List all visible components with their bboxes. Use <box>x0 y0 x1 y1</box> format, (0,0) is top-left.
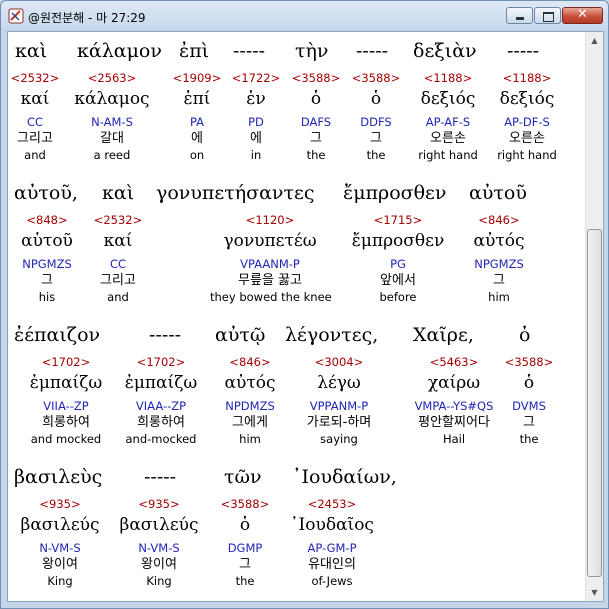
close-icon: ✕ <box>577 7 588 22</box>
korean-gloss: 무릎을 꿇고 <box>238 273 302 288</box>
app-icon <box>8 8 24 24</box>
interlinear-panel[interactable]: καὶ κάλαμον ἐπὶ ----- τὴν ----- δεξιὰν ----- <25… <box>7 31 604 602</box>
lemma: ᾿Ιουδαῖος <box>290 515 374 535</box>
greek-word[interactable]: αὐτοῦ, <box>14 182 78 204</box>
lemma: καί <box>103 231 133 251</box>
word-analysis-column[interactable]: <1188> δεξιός AP-DF-S 오른손 right hand <box>467 70 587 164</box>
english-gloss: saying <box>320 432 358 446</box>
greek-word[interactable]: δεξιὰν <box>413 40 477 62</box>
strongs-number[interactable]: <1188> <box>467 70 587 86</box>
strongs-number[interactable]: <2453> <box>272 496 392 512</box>
greek-word[interactable]: λέγοντες, <box>285 324 378 346</box>
title-bar[interactable]: @원전분해 - 마 27:29 ✕ <box>1 1 608 31</box>
lemma: αὐτός <box>473 231 525 251</box>
greek-word[interactable]: κάλαμον <box>77 40 162 62</box>
lemma: λέγω <box>317 373 361 393</box>
english-gloss: right hand <box>497 148 557 162</box>
english-gloss: him <box>488 290 510 304</box>
word-analysis-column[interactable]: <2532> καί CC 그리고 and <box>58 212 178 306</box>
parsing-code: AP-GM-P <box>307 541 357 555</box>
vertical-scrollbar[interactable]: ▲ ▼ <box>585 32 603 601</box>
english-gloss: and <box>107 290 129 304</box>
english-gloss: they bowed the knee <box>210 290 332 304</box>
greek-word[interactable]: ----- <box>233 40 265 62</box>
greek-word[interactable]: τῶν <box>224 466 262 488</box>
maximize-icon <box>543 12 554 22</box>
greek-word[interactable]: αὐτοῦ <box>469 182 527 204</box>
greek-word[interactable]: Χαῖρε, <box>413 324 474 346</box>
parsing-code: VPPANM-P <box>309 399 369 413</box>
greek-word[interactable]: καὶ <box>15 40 47 62</box>
greek-word[interactable]: τὴν <box>295 40 328 62</box>
strongs-number[interactable]: <3004> <box>279 354 399 370</box>
maximize-button[interactable] <box>534 7 561 24</box>
greek-word[interactable]: αὐτῷ <box>215 324 265 346</box>
parsing-code: DVMS <box>512 399 546 413</box>
greek-word[interactable]: ----- <box>507 40 539 62</box>
strongs-number[interactable]: <846> <box>439 212 559 228</box>
word-analysis-column[interactable]: <1120> γονυπετέω VPAANM-P 무릎을 꿇고 they bowed … <box>210 212 332 306</box>
interlinear-content: καὶ κάλαμον ἐπὶ ----- τὴν ----- δεξιὰν ----- <25… <box>8 32 585 601</box>
scroll-down-arrow-icon[interactable]: ▼ <box>586 584 603 601</box>
word-analysis-column[interactable]: <2453> ᾿Ιουδαῖος AP-GM-P 유대인의 of-Jews <box>272 496 392 590</box>
korean-gloss: 그 <box>523 415 535 430</box>
parsing-code: CC <box>109 257 127 271</box>
greek-word[interactable]: ----- <box>149 324 181 346</box>
word-analysis-column[interactable]: <3588> ὁ DVMS 그 the <box>469 354 589 448</box>
minimize-icon <box>516 17 524 20</box>
minimize-button[interactable] <box>506 7 533 24</box>
greek-word[interactable]: ----- <box>356 40 388 62</box>
english-gloss: of-Jews <box>311 574 353 588</box>
scroll-thumb[interactable] <box>587 229 602 577</box>
app-window: @원전분해 - 마 27:29 ✕ καὶ κάλαμον ἐπὶ ----- τὴν -… <box>0 0 609 609</box>
greek-word[interactable]: ᾿Ιουδαίων, <box>292 466 397 488</box>
english-gloss: the <box>519 432 539 446</box>
greek-word[interactable]: ἐπὶ <box>179 40 209 62</box>
greek-word[interactable]: βασιλεὺς <box>14 466 102 488</box>
greek-word[interactable]: ἔμπροσθεν <box>343 182 446 204</box>
scroll-up-arrow-icon[interactable]: ▲ <box>586 32 603 49</box>
strongs-number[interactable]: <1120> <box>210 212 330 228</box>
strongs-number[interactable]: <2532> <box>58 212 178 228</box>
lemma: δεξιός <box>499 89 555 109</box>
korean-gloss: 유대인의 <box>308 557 356 572</box>
korean-gloss: 그 <box>493 273 505 288</box>
parsing-code: NPGMZS <box>474 257 524 271</box>
word-analysis-column[interactable]: <3004> λέγω VPPANM-P 가로되-하며 saying <box>279 354 399 448</box>
strongs-number[interactable]: <3588> <box>469 354 589 370</box>
lemma: ὁ <box>523 373 535 393</box>
close-button[interactable]: ✕ <box>562 7 603 24</box>
korean-gloss: 그리고 <box>100 273 136 288</box>
korean-gloss: 오른손 <box>509 131 545 146</box>
window-title: @원전분해 - 마 27:29 <box>28 11 146 25</box>
lemma: γονυπετέω <box>223 231 317 251</box>
korean-gloss: 가로되-하며 <box>306 415 372 430</box>
parsing-code: VPAANM-P <box>240 257 300 271</box>
word-analysis-column[interactable]: <846> αὐτός NPGMZS 그 him <box>439 212 559 306</box>
greek-word[interactable]: ----- <box>144 466 176 488</box>
greek-word[interactable]: ὁ <box>519 324 530 346</box>
greek-word[interactable]: καὶ <box>102 182 134 204</box>
parsing-code: AP-DF-S <box>504 115 550 129</box>
greek-word[interactable]: γονυπετήσαντες <box>156 182 314 204</box>
greek-word[interactable]: ἐέπαιζον <box>14 324 100 346</box>
